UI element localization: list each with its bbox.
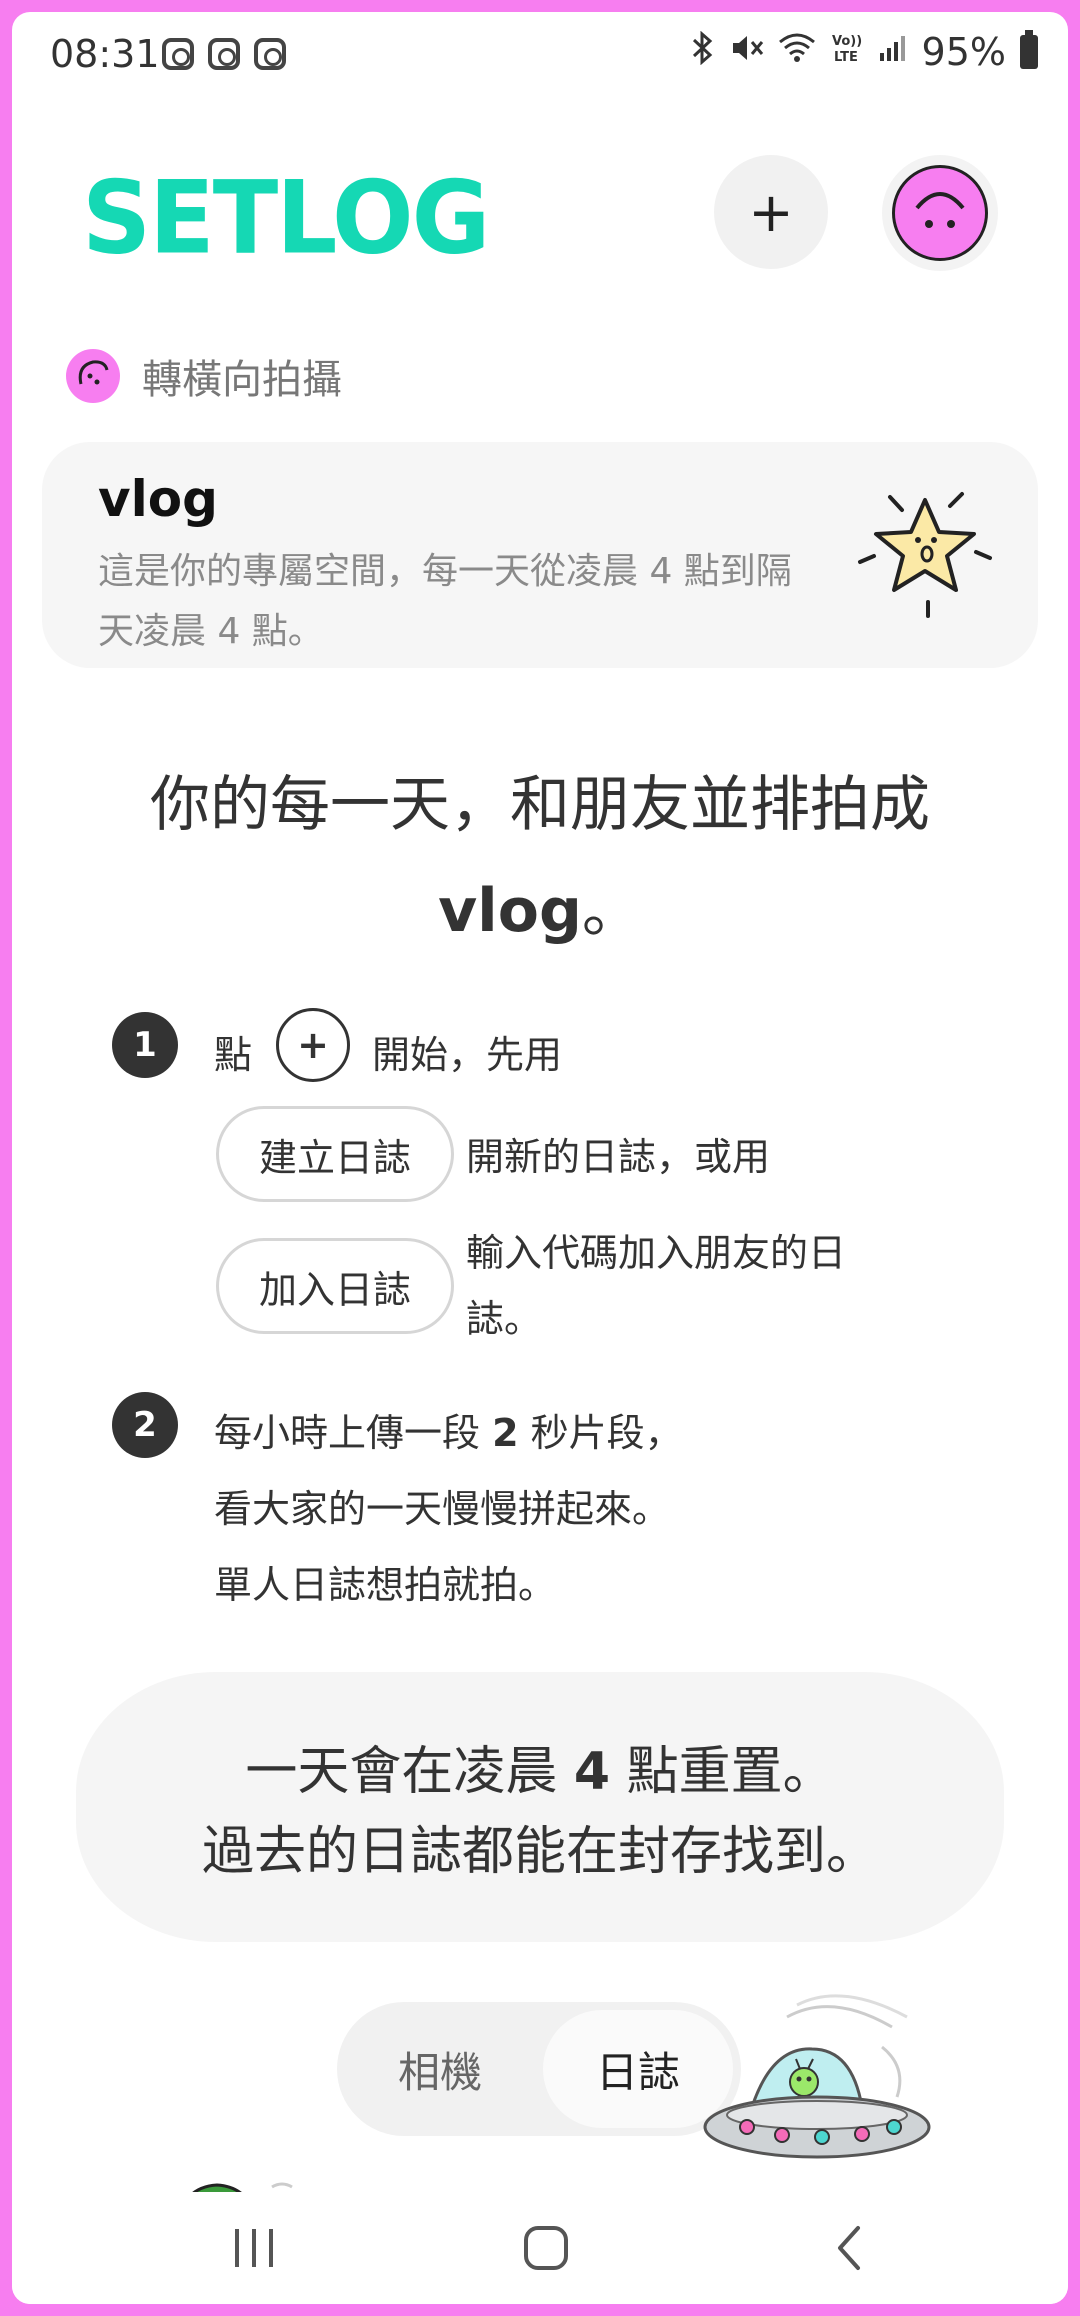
join-journal-button[interactable]: 加入日誌 [216, 1238, 454, 1334]
instagram-icon [254, 38, 286, 70]
instagram-icon [162, 38, 194, 70]
step-1-badge: 1 [112, 1012, 178, 1078]
create-journal-desc: 開新的日誌，或用 [466, 1135, 771, 1179]
create-journal-button[interactable]: 建立日誌 [216, 1106, 454, 1202]
reset-note-line1-num: 4 [573, 1742, 611, 1802]
mode-segmented-control: 相機 日誌 [337, 2002, 741, 2136]
battery-icon [1020, 30, 1038, 69]
reset-note-line1-b: 點重置。 [626, 1742, 835, 1802]
star-mascot-icon [858, 492, 992, 618]
headline-period: 。 [581, 876, 642, 946]
headline-vlog: vlog [438, 876, 582, 946]
join-journal-desc-2: 誌。 [466, 1297, 543, 1341]
page-headline: 你的每一天，和朋友並排拍成 vlog。 [72, 752, 1008, 964]
reset-note-line1-a: 一天會在凌晨 [245, 1742, 558, 1802]
bluetooth-icon [690, 30, 716, 73]
system-icons: Vo)) LTE 95% [690, 30, 1038, 74]
rotate-smiley-icon [66, 349, 120, 403]
instagram-icon [208, 38, 240, 70]
mute-icon [730, 32, 764, 72]
reset-note-line2: 過去的日誌都能在封存找到。 [201, 1822, 878, 1882]
step-2-line2: 看大家的一天慢慢拼起來。 [214, 1487, 671, 1531]
status-bar: 08:31 Vo)) LTE 95% [12, 12, 1068, 92]
rotate-hint[interactable]: 轉橫向拍攝 [66, 347, 342, 405]
volte-icon: Vo)) LTE [830, 31, 864, 73]
status-time: 08:31 [50, 32, 160, 76]
add-button[interactable]: + [714, 155, 828, 269]
recent-apps-button[interactable] [194, 2206, 314, 2290]
home-button[interactable] [486, 2206, 606, 2290]
step-2-line1-a: 每小時上傳一段 [214, 1411, 481, 1455]
vlog-card-description: 這是你的專屬空間，每一天從凌晨 4 點到隔天凌晨 4 點。 [98, 551, 792, 652]
system-nav-bar [12, 2192, 1068, 2304]
step-2-line1-b: 秒片段， [530, 1411, 683, 1455]
svg-text:Vo)): Vo)) [832, 34, 862, 49]
reset-note: 一天會在凌晨 4 點重置。 過去的日誌都能在封存找到。 [76, 1732, 1004, 1892]
ufo-alien-icon [703, 1994, 931, 2159]
wifi-icon [778, 32, 816, 72]
step-1-tap-text: 點 [214, 1033, 253, 1077]
vlog-card[interactable]: vlog 這是你的專屬空間，每一天從凌晨 4 點到隔天凌晨 4 點。 [42, 442, 1038, 668]
signal-icon [878, 33, 908, 71]
profile-button[interactable] [882, 155, 998, 271]
vlog-card-title: vlog [98, 470, 218, 528]
step-2-line3: 單人日誌想拍就拍。 [214, 1563, 557, 1607]
step-2-line1: 每小時上傳一段 2 秒片段， [214, 1402, 683, 1457]
step-1-start-text: 開始，先用 [372, 1033, 563, 1077]
svg-text:LTE: LTE [834, 50, 858, 65]
plus-circle-icon: + [276, 1008, 350, 1082]
avatar [892, 165, 988, 261]
app-logo: SETLOG [82, 159, 490, 277]
join-journal-desc-1: 輸入代碼加入朋友的日 [466, 1231, 847, 1275]
step-2-badge: 2 [112, 1392, 178, 1458]
back-button[interactable] [790, 2206, 910, 2290]
app-screen: 08:31 Vo)) LTE 95% SETLOG + 轉橫向拍攝 vlog 這… [12, 12, 1068, 2304]
tab-camera[interactable]: 相機 [345, 2010, 535, 2128]
reset-note-line1: 一天會在凌晨 4 點重置。 [76, 1732, 1004, 1812]
battery-percent: 95% [921, 30, 1006, 74]
headline-line1: 你的每一天，和朋友並排拍成 [150, 770, 930, 840]
notification-icons [162, 38, 286, 70]
rotate-hint-label: 轉橫向拍攝 [142, 357, 342, 403]
step-2-line1-num: 2 [492, 1411, 519, 1455]
